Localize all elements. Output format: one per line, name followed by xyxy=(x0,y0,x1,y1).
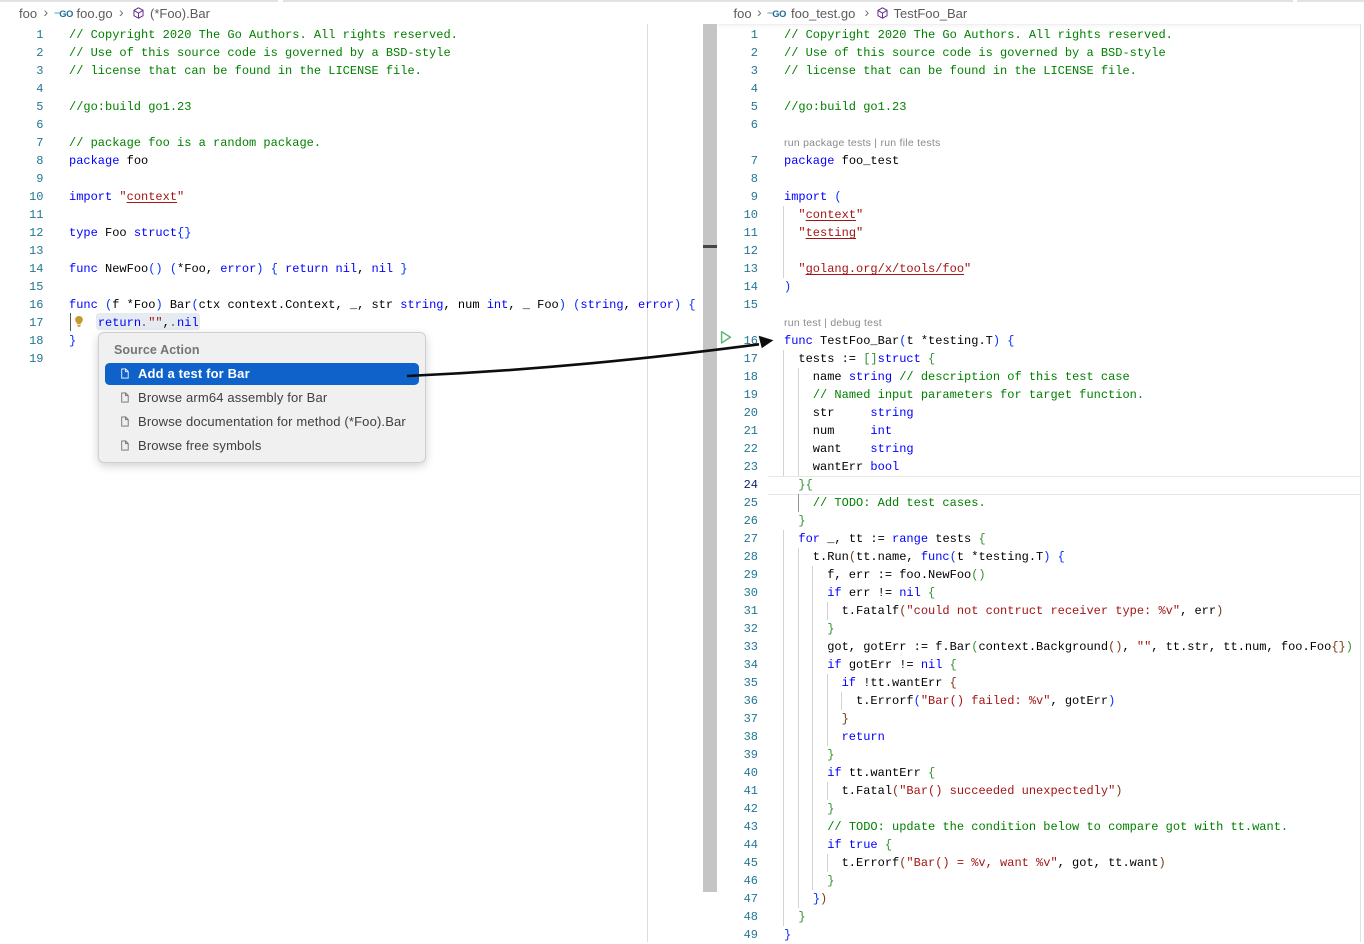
svg-text:GO: GO xyxy=(772,9,786,19)
svg-text:GO: GO xyxy=(59,9,73,19)
